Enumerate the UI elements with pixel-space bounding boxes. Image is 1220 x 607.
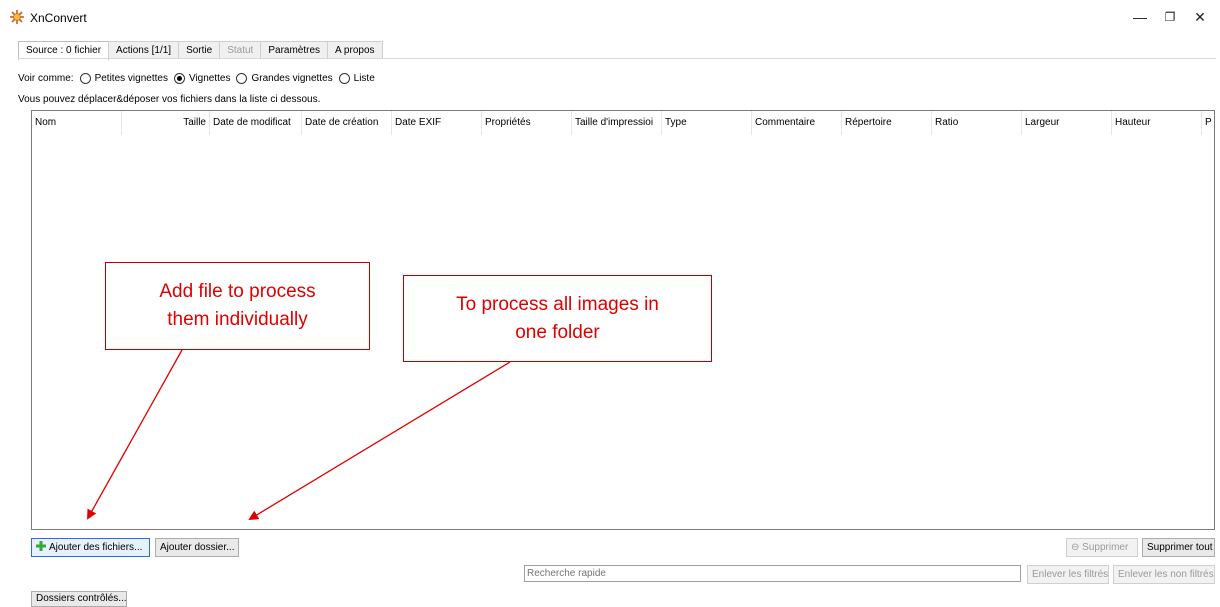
column-modified-date[interactable]: Date de modificat xyxy=(210,111,302,135)
plus-icon xyxy=(36,541,46,551)
column-comment[interactable]: Commentaire xyxy=(752,111,842,135)
radio-label-small-thumbnails: Petites vignettes xyxy=(94,72,168,84)
close-button[interactable]: ✕ xyxy=(1186,6,1214,28)
minimize-button[interactable]: — xyxy=(1126,6,1154,28)
remove-icon: ⊖ xyxy=(1071,542,1083,553)
column-height[interactable]: Hauteur xyxy=(1112,111,1202,135)
callout-add-folder: To process all images in one folder xyxy=(403,275,712,362)
column-type[interactable]: Type xyxy=(662,111,752,135)
quick-search-input[interactable] xyxy=(524,565,1021,582)
remove-all-button[interactable]: Supprimer tout xyxy=(1142,538,1215,557)
radio-label-list: Liste xyxy=(353,72,375,84)
column-ratio[interactable]: Ratio xyxy=(932,111,1022,135)
radio-label-large-thumbnails: Grandes vignettes xyxy=(251,72,333,84)
column-name[interactable]: Nom xyxy=(32,111,122,135)
tab-status[interactable]: Statut xyxy=(219,41,262,59)
column-width[interactable]: Largeur xyxy=(1022,111,1112,135)
add-files-button[interactable]: Ajouter des fichiers... xyxy=(31,538,150,557)
column-print-size[interactable]: Taille d'impressioi xyxy=(572,111,662,135)
xnconvert-logo-icon xyxy=(10,10,24,24)
radio-small-thumbnails[interactable] xyxy=(79,72,91,84)
tab-bar: Source : 0 fichier Actions [1/1] Sortie … xyxy=(18,41,383,60)
tab-output[interactable]: Sortie xyxy=(178,41,221,59)
tab-actions[interactable]: Actions [1/1] xyxy=(108,41,180,59)
view-mode-label: Voir comme: xyxy=(18,72,74,84)
remove-unfiltered-button[interactable]: Enlever les non filtrés xyxy=(1113,565,1215,584)
radio-thumbnails[interactable] xyxy=(173,72,185,84)
remove-button[interactable]: ⊖ Supprimer xyxy=(1066,538,1138,557)
title-bar: XnConvert — ❐ ✕ xyxy=(0,0,1220,34)
remove-filtered-button[interactable]: Enlever les filtrés xyxy=(1027,565,1109,584)
column-more[interactable]: P xyxy=(1202,111,1214,135)
add-folder-button[interactable]: Ajouter dossier... xyxy=(155,538,239,557)
callout-add-files: Add file to process them individually xyxy=(105,262,370,350)
tab-settings[interactable]: Paramètres xyxy=(260,41,329,59)
sort-caret-icon: ⌄ xyxy=(47,113,55,123)
remove-label: Supprimer xyxy=(1082,542,1129,553)
add-files-label: Ajouter des fichiers... xyxy=(49,542,143,553)
watched-folders-button[interactable]: Dossiers contrôlés... xyxy=(31,591,127,607)
tab-divider xyxy=(18,58,1216,59)
column-properties[interactable]: Propriétés xyxy=(482,111,572,135)
radio-label-thumbnails: Vignettes xyxy=(188,72,231,84)
radio-large-thumbnails[interactable] xyxy=(236,72,248,84)
restore-button[interactable]: ❐ xyxy=(1156,6,1184,28)
drag-drop-hint: Vous pouvez déplacer&déposer vos fichier… xyxy=(18,94,321,105)
column-created-date[interactable]: Date de création xyxy=(302,111,392,135)
window-title: XnConvert xyxy=(30,11,87,25)
column-directory[interactable]: Répertoire xyxy=(842,111,932,135)
view-mode-group: Voir comme: Petites vignettes Vignettes … xyxy=(18,71,375,85)
column-exif-date[interactable]: Date EXIF xyxy=(392,111,482,135)
column-size[interactable]: Taille xyxy=(122,111,210,135)
tab-about[interactable]: A propos xyxy=(327,41,383,59)
radio-list[interactable] xyxy=(338,72,350,84)
